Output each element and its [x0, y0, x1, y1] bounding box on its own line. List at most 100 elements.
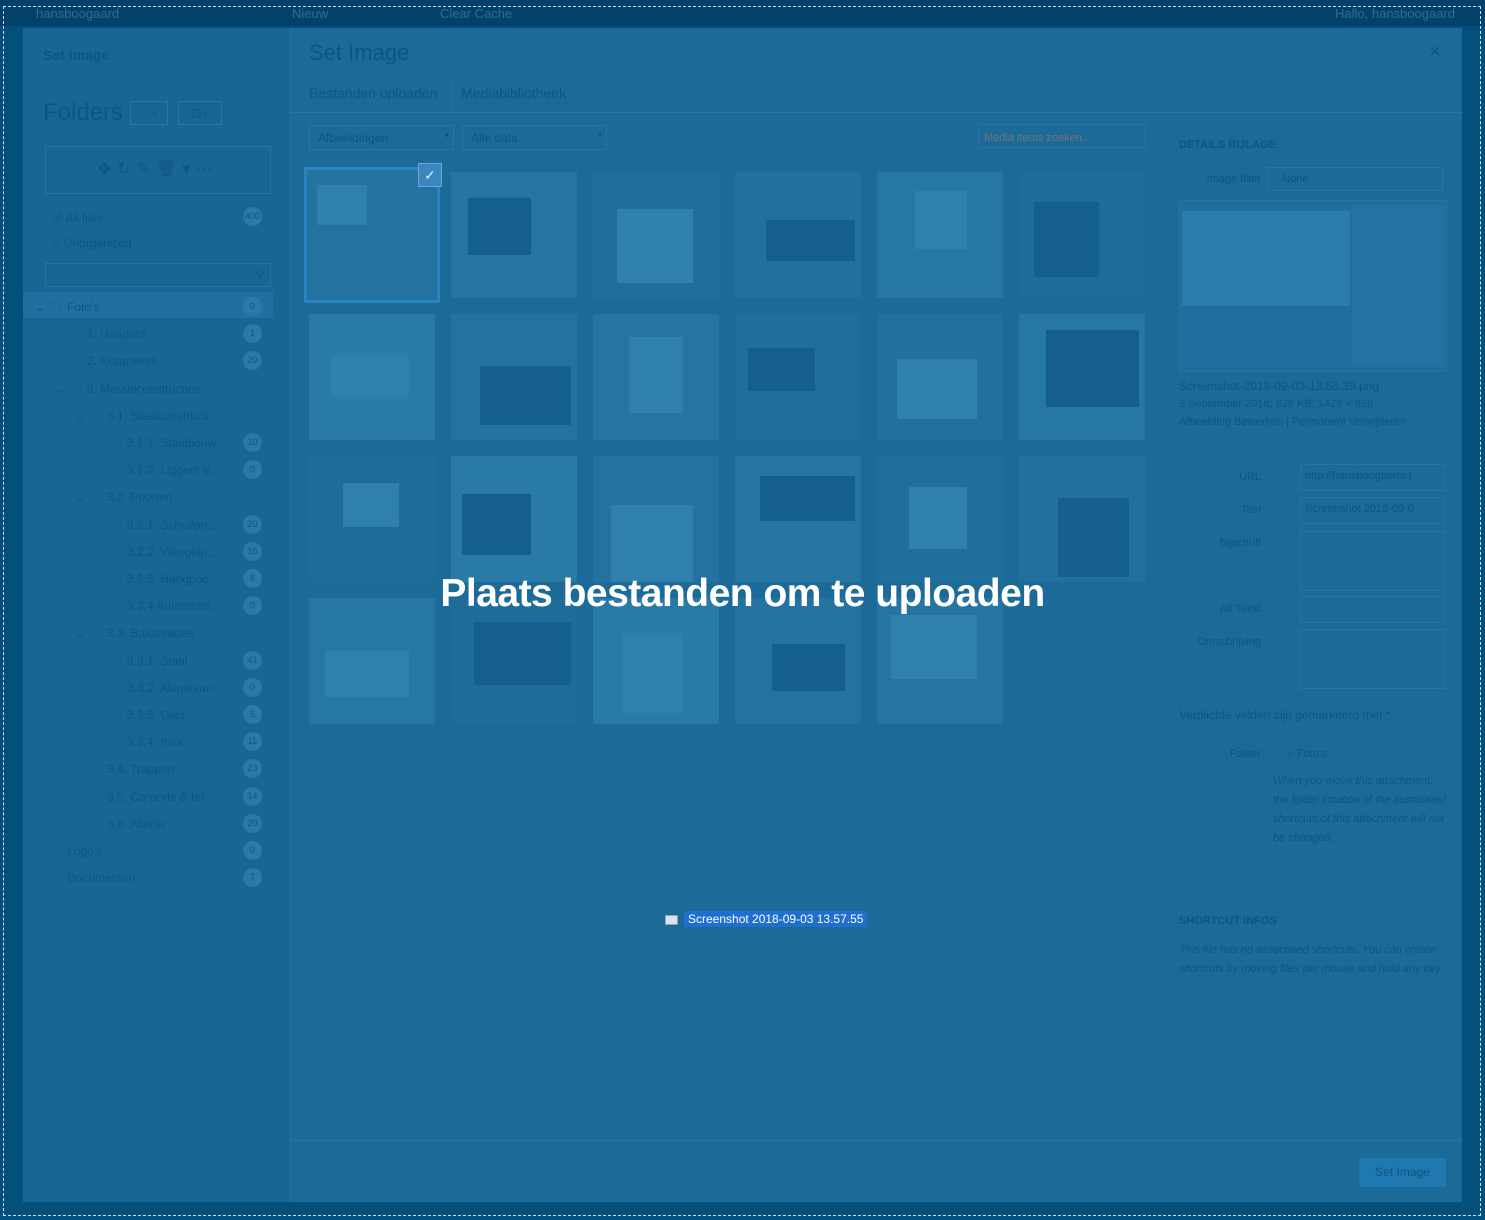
title-label: Titel — [1240, 504, 1261, 516]
edit-icon[interactable]: ✎ — [137, 161, 156, 178]
all-files-link[interactable]: 🗎 All files — [53, 209, 103, 230]
folder-tree-label: 3. Metaalconstructies — [87, 381, 201, 396]
chevron-down-icon[interactable]: ⌄ — [55, 382, 69, 396]
admin-bar-new[interactable]: Nieuw — [292, 6, 328, 21]
folder-tree-item[interactable]: ⌄ 🗀 3.1. Staalconstructi... — [75, 407, 219, 427]
checkmark-icon[interactable]: ✓ — [418, 163, 442, 187]
folder-tree-item[interactable]: 🗀 3.3.4. Inox — [95, 733, 183, 753]
edit-image-link[interactable]: Afbeelding Bewerken — [1179, 416, 1283, 428]
search-icon: ⚲ — [255, 267, 264, 281]
folder-tree-item[interactable]: 🗀 3.6. Allerlei — [75, 815, 166, 835]
media-thumbnail[interactable] — [877, 314, 1003, 440]
media-thumbnail[interactable] — [309, 598, 435, 724]
folder-icon: 🗀 — [89, 816, 102, 831]
folder-tree-item[interactable]: 🗀 3.2.2. Vleugelp... — [95, 543, 217, 563]
folder-tree-item[interactable]: 🗀 3.2.1. Schuifpo... — [95, 516, 217, 536]
media-thumbnail[interactable] — [735, 598, 861, 724]
folder-count-badge: 0 — [243, 841, 262, 860]
media-thumbnail[interactable] — [735, 314, 861, 440]
folder-tree-item[interactable]: ⌄ 🗀 Foto's — [35, 298, 99, 318]
media-type-filter[interactable]: Afbeeldingen ▾ — [309, 125, 454, 150]
refresh-icon[interactable]: ↻ — [117, 161, 136, 178]
media-thumbnail[interactable] — [593, 172, 719, 298]
media-thumbnail[interactable] — [309, 456, 435, 582]
folder-tree-item[interactable]: 🗀 3.1.1. Staalbouw — [95, 434, 216, 454]
admin-bar-clear-cache[interactable]: Clear Cache — [440, 6, 512, 21]
admin-bar-user[interactable]: Hallo, hansboogaard — [1335, 6, 1455, 21]
description-field[interactable] — [1300, 629, 1445, 689]
chevron-down-icon[interactable]: ⌄ — [35, 300, 49, 314]
folder-tree-label: Foto's — [67, 300, 100, 314]
folder-tree-item[interactable]: 🗀 3.5. Carports & ter... — [75, 788, 214, 808]
media-thumbnail[interactable] — [451, 598, 577, 724]
media-thumbnail[interactable] — [593, 456, 719, 582]
tab-media-library[interactable]: Mediabibliotheek — [461, 85, 566, 113]
dragged-file-name: Screenshot 2018-09-03 13.57.55 — [684, 911, 868, 927]
delete-permanently-link[interactable]: Permanent Verwijderen — [1292, 416, 1406, 428]
folder-tree-item[interactable]: 🗀 3.3.1. Staal — [95, 652, 188, 672]
media-thumbnail[interactable] — [877, 172, 1003, 298]
url-field[interactable]: http://hansboogaerts.t — [1300, 464, 1445, 491]
folder-tree-item[interactable]: 🗀 1. Headers — [55, 325, 146, 345]
chevron-down-icon[interactable]: ⌄ — [75, 409, 89, 423]
chevron-down-icon[interactable]: ⌄ — [75, 490, 89, 504]
folder-tree-label: 3.6. Allerlei — [107, 816, 166, 831]
folder-tree-item[interactable]: 🗀 Logo's — [35, 842, 102, 862]
chevron-down-icon[interactable]: ⌄ — [75, 626, 89, 640]
all-files-label: All files — [65, 211, 104, 225]
media-thumbnail[interactable] — [593, 598, 719, 724]
folder-tree-item[interactable]: 🗀 3.3.3. Glas — [95, 706, 185, 726]
move-icon[interactable]: ✥ — [98, 161, 117, 178]
media-thumbnail[interactable] — [877, 598, 1003, 724]
date-filter[interactable]: Alle data ▾ — [462, 125, 607, 150]
title-field[interactable]: Screenshot 2018-09-0 — [1300, 497, 1445, 524]
sort-icon[interactable]: ▾ — [182, 161, 196, 178]
media-thumbnail[interactable] — [451, 172, 577, 298]
shortcut-text: This file has no associated shortcuts. Y… — [1179, 944, 1443, 975]
admin-bar-site[interactable]: hansboogaard — [36, 6, 119, 21]
thumbnail-image — [623, 633, 683, 713]
folder-tree-item[interactable]: 🗀 3.4. Trappen — [75, 760, 174, 780]
folder-tree-item[interactable]: ⌄ 🗀 3.2. Poorten — [75, 488, 172, 508]
thumbnail-image — [462, 494, 531, 555]
tab-upload[interactable]: Bestanden uploaden — [309, 85, 437, 113]
folder-tree-item[interactable]: 🗀 3.1.2. Liggers e... — [95, 461, 220, 481]
folder-value[interactable]: ⌂ Foto's — [1287, 748, 1326, 760]
media-thumbnail[interactable] — [735, 172, 861, 298]
more-icon[interactable]: ⋯ — [196, 161, 218, 178]
folder-icon: 🗀 — [69, 327, 82, 342]
folder-tree-label: 3.3.3. Glas — [127, 708, 186, 722]
media-thumbnail[interactable] — [1019, 314, 1145, 440]
folder-icon: 🗀 — [109, 517, 122, 532]
folder-icon: 🗀 — [69, 381, 82, 396]
image-filter-select[interactable]: None — [1267, 167, 1443, 191]
folder-tree-item[interactable]: 🗀 3.3.2. Aluminium — [95, 679, 216, 699]
folder-tree-item[interactable]: 🗀 Documenten — [35, 869, 135, 889]
unorganized-link[interactable]: ⌂ Unorganized — [53, 236, 132, 250]
delete-icon[interactable]: 🗑 — [156, 161, 182, 178]
media-thumbnail[interactable] — [304, 167, 440, 303]
media-thumbnail[interactable] — [735, 456, 861, 582]
media-search-input[interactable] — [978, 124, 1146, 148]
folder-search-input[interactable]: ⚲ — [45, 263, 271, 287]
chevron-down-icon: ▾ — [444, 130, 449, 140]
new-folder-button[interactable]: 🗀+ — [130, 101, 168, 125]
thumbnail-image — [766, 220, 855, 261]
folder-tree-item[interactable]: ⌄ 🗀 3.3. Balustrades — [75, 624, 194, 644]
description-label: Omschrijving — [1197, 636, 1261, 648]
media-thumbnail[interactable] — [1019, 456, 1145, 582]
media-thumbnail[interactable] — [1019, 172, 1145, 298]
new-item-button[interactable]: ⊡+ — [178, 101, 222, 125]
set-image-button[interactable]: Set Image — [1359, 1158, 1446, 1187]
media-thumbnail[interactable] — [451, 456, 577, 582]
folder-tree-label: 2. Kraanwerk — [87, 354, 158, 369]
media-thumbnail[interactable] — [877, 456, 1003, 582]
folder-tree-item[interactable]: ⌄ 🗀 3. Metaalconstructies — [55, 380, 200, 400]
media-thumbnail[interactable] — [309, 314, 435, 440]
folder-tree-item[interactable]: 🗀 2. Kraanwerk — [55, 352, 158, 372]
media-thumbnail[interactable] — [593, 314, 719, 440]
thumbnail-image — [897, 359, 977, 419]
media-thumbnail[interactable] — [451, 314, 577, 440]
thumbnail-image — [474, 622, 571, 685]
folder-tree-label: Documenten — [67, 871, 136, 886]
